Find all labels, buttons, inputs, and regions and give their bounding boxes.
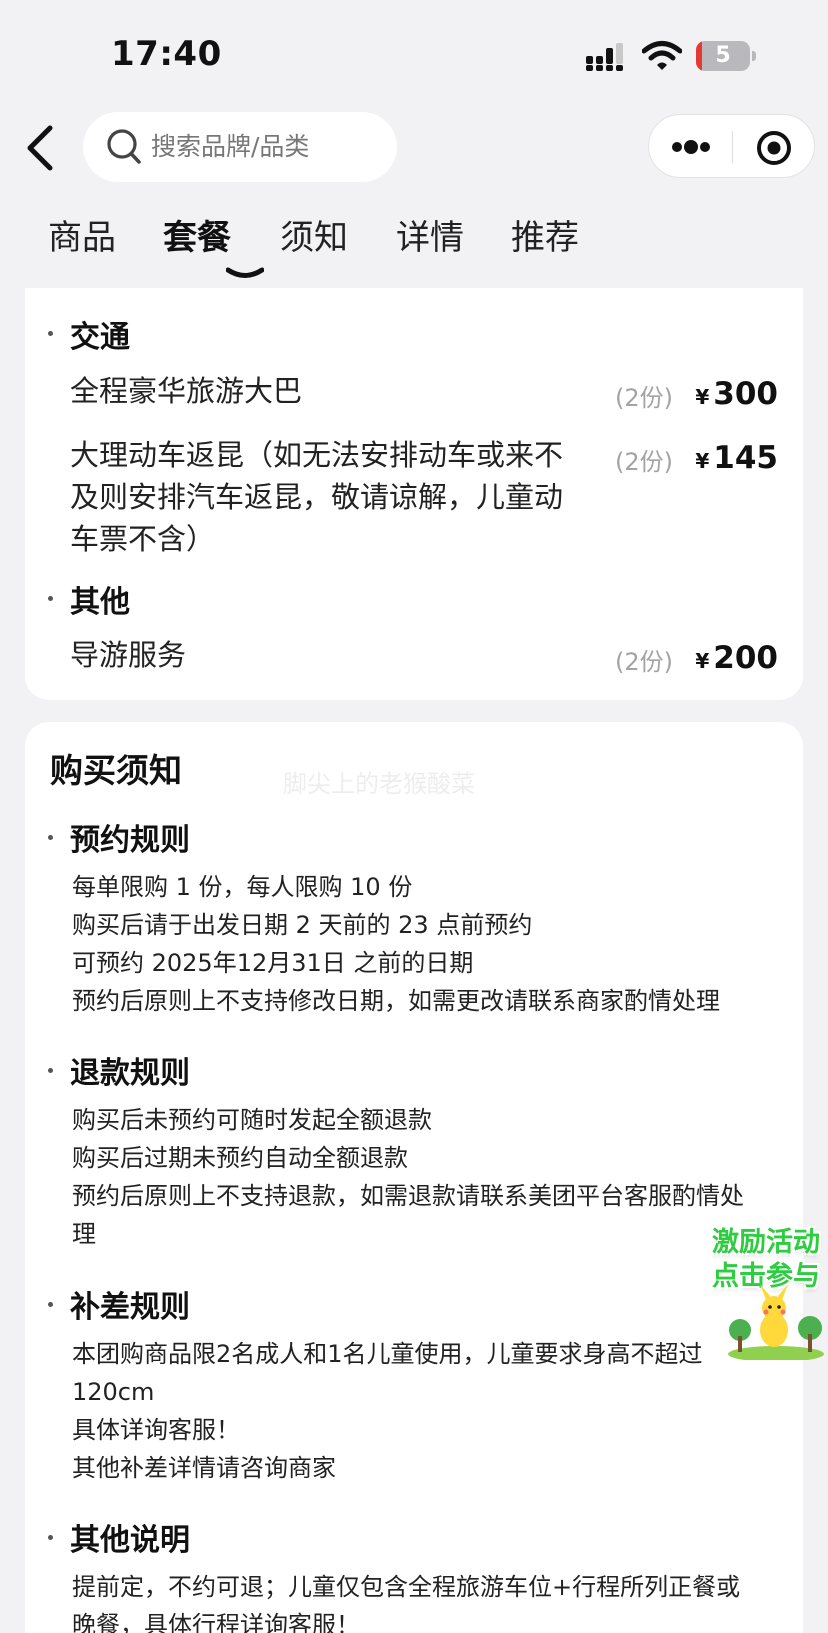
wifi-icon [642,41,682,70]
mascot-icon [728,1284,824,1360]
back-button[interactable] [18,120,62,176]
rule-line: 购买后请于出发日期 2 天前的 23 点前预约 [72,911,533,939]
currency-symbol: ¥ [695,449,710,473]
rule-line: 每单限购 1 份，每人限购 10 份 [72,873,413,901]
rule-line: 其他补差详情请咨询商家 [72,1454,336,1482]
tab-details[interactable]: 详情 [396,210,464,259]
item-name: 全程豪华旅游大巴 [70,374,303,408]
package-card: 交通 全程豪华旅游大巴 (2份) ¥300 大理动车返昆（如无法安排动车或来不 … [25,288,803,700]
price-value: 145 [713,440,778,476]
status-time: 17:40 [111,34,222,74]
battery-icon: 5 [696,41,756,71]
battery-level: 5 [715,43,731,68]
tab-recommend[interactable]: 推荐 [511,210,579,259]
item-qty: (2份) [615,448,673,476]
section-title-transport: 交通 [70,320,130,355]
search-placeholder: 搜索品牌/品类 [151,132,310,161]
bullet [48,596,53,601]
item-qty: (2份) [615,384,673,412]
item-price: ¥200 [695,640,778,676]
rule-line: 预约后原则上不支持修改日期，如需更改请联系商家酌情处理 [72,987,720,1015]
rule-line: 提前定，不约可退；儿童仅包含全程旅游车位+行程所列正餐或 [72,1573,741,1601]
tab-notice[interactable]: 须知 [280,210,348,259]
item-name-line: 大理动车返昆（如无法安排动车或来不 [70,438,564,472]
section-title-other: 其他 [70,585,130,620]
rule-title-supplement: 补差规则 [70,1290,190,1325]
rule-title-booking: 预约规则 [70,823,190,858]
capsule-divider [732,131,733,163]
rule-line: 晚餐，具体行程详询客服！ [72,1611,360,1633]
rule-title-other: 其他说明 [70,1523,190,1558]
tab-product[interactable]: 商品 [48,210,116,259]
item-name-line: 车票不含） [70,522,216,556]
item-price: ¥300 [695,376,778,412]
price-value: 200 [713,640,778,676]
bullet [48,331,53,336]
watermark: 脚尖上的老猴酸菜 [283,770,475,798]
currency-symbol: ¥ [695,385,710,409]
close-miniprogram-icon[interactable] [755,129,793,167]
price-value: 300 [713,376,778,412]
cellular-signal-icon [586,43,623,71]
search-icon [107,129,141,164]
rule-line: 具体详询客服！ [72,1416,240,1444]
tab-package[interactable]: 套餐 [163,210,231,259]
rule-title-refund: 退款规则 [70,1056,190,1091]
more-icon[interactable] [669,133,713,161]
rule-line: 预约后原则上不支持退款，如需退款请联系美团平台客服酌情处 [72,1182,744,1210]
rule-line: 购买后过期未预约自动全额退款 [72,1144,408,1172]
rule-line: 本团购商品限2名成人和1名儿童使用，儿童要求身高不超过 [72,1340,703,1368]
item-name-line: 及则安排汽车返昆，敬请谅解，儿童动 [70,480,564,514]
item-qty: (2份) [615,648,673,676]
rule-line: 购买后未预约可随时发起全额退款 [72,1106,432,1134]
purchase-notice-card: 购买须知 脚尖上的老猴酸菜 预约规则 每单限购 1 份，每人限购 10 份 购买… [25,722,803,1633]
promo-badge[interactable]: 激励活动 点击参与 [712,1220,828,1360]
item-name: 导游服务 [70,638,187,672]
active-tab-indicator [226,267,264,278]
bullet [48,1068,53,1073]
status-bar: 17:40 5 [0,0,828,100]
bullet [48,835,53,840]
item-price: ¥145 [695,440,778,476]
notice-title: 购买须知 [50,751,182,790]
rule-line: 可预约 2025年12月31日 之前的日期 [72,949,474,977]
search-input[interactable]: 搜索品牌/品类 [83,112,397,182]
rule-line: 理 [72,1220,96,1248]
rule-line: 120cm [72,1378,155,1406]
currency-symbol: ¥ [695,649,710,673]
bullet [48,1302,53,1307]
bullet [48,1535,53,1540]
miniprogram-capsule [648,114,815,178]
